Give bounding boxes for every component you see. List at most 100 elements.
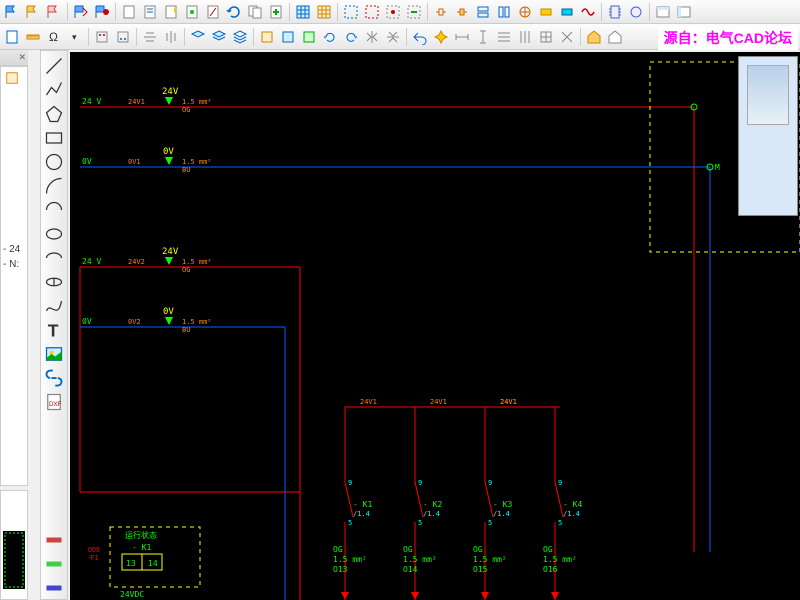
node-m: M [715,163,720,172]
svg-text:Ω: Ω [49,30,58,44]
tool-layer1[interactable] [188,27,208,47]
tool-ports1[interactable] [92,27,112,47]
draw-ellipse2[interactable] [43,271,65,293]
tool-sym5[interactable] [515,2,535,22]
svg-text:O13: O13 [333,565,348,574]
draw-image[interactable] [43,343,65,365]
tool-sym2[interactable] [452,2,472,22]
tool-home2[interactable] [605,27,625,47]
tool-drop[interactable]: ▾ [65,27,85,47]
draw-circle[interactable] [43,151,65,173]
tool-doc6[interactable] [266,2,286,22]
draw-arc1[interactable] [43,175,65,197]
tool-dim6[interactable] [557,27,577,47]
draw-b1[interactable] [43,529,65,551]
tool-rot2[interactable] [341,27,361,47]
tool-flag5[interactable] [92,2,112,22]
tool-flag4[interactable] [71,2,91,22]
tool-docnew[interactable] [161,2,181,22]
draw-arc3[interactable] [43,247,65,269]
tree-item-1[interactable]: - 24 [1,242,27,257]
svg-text:- K4: - K4 [563,500,582,509]
draw-text[interactable]: T [43,319,65,341]
draw-link[interactable] [43,367,65,389]
svg-text:/1.4: /1.4 [563,510,580,518]
tool-omega[interactable]: Ω [44,27,64,47]
tool-grid1[interactable] [293,2,313,22]
tool-sym7[interactable] [557,2,577,22]
contact-k1: 24V1 9 5 - K1 /1.4 OG 1.5 mm² O13 [333,398,377,600]
draw-polygon[interactable] [43,103,65,125]
draw-line[interactable] [43,55,65,77]
draw-spline[interactable] [43,295,65,317]
tool-dim1[interactable] [452,27,472,47]
tool-view1[interactable] [653,2,673,22]
tool-doc5[interactable] [245,2,265,22]
tool-ruler[interactable] [23,27,43,47]
tool-dim3[interactable] [494,27,514,47]
tool-sel2[interactable] [362,2,382,22]
tool-align2[interactable] [161,27,181,47]
tool-sel1[interactable] [341,2,361,22]
tool-c1[interactable] [257,27,277,47]
svg-text:1.5 mm²: 1.5 mm² [473,555,507,564]
tool-doc4[interactable] [203,2,223,22]
tool-flag2[interactable] [23,2,43,22]
tool-comp2[interactable] [626,2,646,22]
svg-text:5: 5 [348,519,352,527]
svg-text:O15: O15 [473,565,488,574]
tool-home1[interactable] [584,27,604,47]
tool-c2[interactable] [278,27,298,47]
panel-close-icon[interactable]: ✕ [18,52,26,63]
tool-mir2[interactable] [383,27,403,47]
tool-layer2[interactable] [209,27,229,47]
tool-flag1[interactable] [2,2,22,22]
tool-undo[interactable] [410,27,430,47]
tool-comp1[interactable] [605,2,625,22]
draw-rect[interactable] [43,127,65,149]
tool-flag3[interactable] [44,2,64,22]
draw-arc2[interactable] [43,199,65,221]
tool-grid2[interactable] [314,2,334,22]
schematic-canvas[interactable]: 24 V 24V1 24V 1.5 mm² OG 0V 0V1 0V 1.5 m… [70,52,800,600]
svg-text:/1.4: /1.4 [353,510,370,518]
draw-ellipse[interactable] [43,223,65,245]
tool-sym4[interactable] [494,2,514,22]
svg-text:9: 9 [488,479,492,487]
tool-refresh[interactable] [224,2,244,22]
tool-rot1[interactable] [320,27,340,47]
tool-sym6[interactable] [536,2,556,22]
tool-mir1[interactable] [362,27,382,47]
tool-sym1[interactable] [431,2,451,22]
tool-doc3[interactable] [182,2,202,22]
tool-dim4[interactable] [515,27,535,47]
tool-dim5[interactable] [536,27,556,47]
tool-sym8[interactable] [578,2,598,22]
wire-24v1: 1.5 mm² [182,98,212,106]
draw-dxf[interactable]: DXF [43,391,65,413]
tool-sel3[interactable] [383,2,403,22]
tool-layer3[interactable] [230,27,250,47]
tree-item-2[interactable]: - N: [1,257,27,272]
preview-pane[interactable] [738,56,798,216]
svg-text:1.5 mm²: 1.5 mm² [182,258,212,266]
tool-dim2[interactable] [473,27,493,47]
tool-view2[interactable] [674,2,694,22]
tool-align1[interactable] [140,27,160,47]
tool-doc1[interactable] [119,2,139,22]
tool-sym3[interactable] [473,2,493,22]
draw-b2[interactable] [43,553,65,575]
tool-ports2[interactable] [113,27,133,47]
tool-spark[interactable] [431,27,451,47]
tool-c3[interactable] [299,27,319,47]
watermark-text: 源自：电气CAD论坛 [658,26,798,50]
tree-panel[interactable]: - 24 - N: [0,66,28,486]
tool-page[interactable] [2,27,22,47]
tool-doc2[interactable] [140,2,160,22]
svg-text:0V: 0V [82,317,92,326]
draw-polyline[interactable] [43,79,65,101]
draw-b3[interactable] [43,577,65,599]
tool-sel4[interactable] [404,2,424,22]
tree-bottom [0,490,28,600]
svg-text:-F1: -F1 [88,555,99,562]
